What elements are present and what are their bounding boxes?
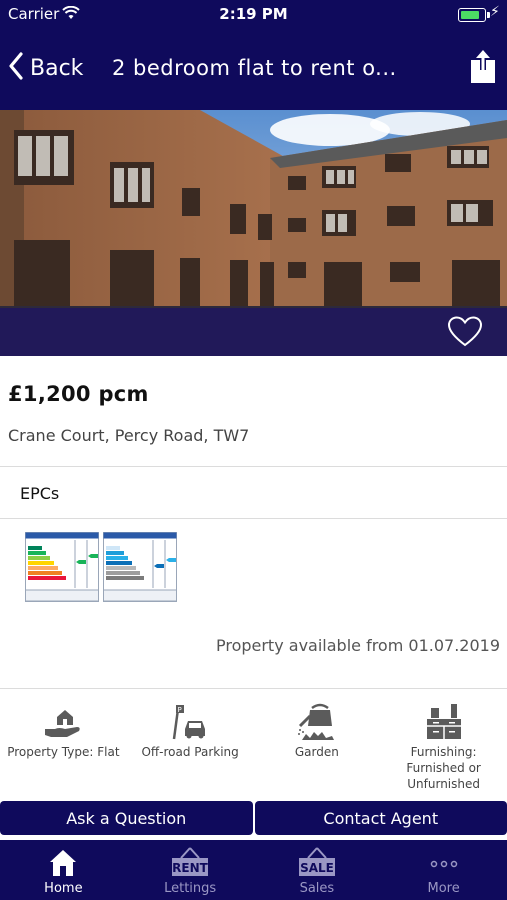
share-button[interactable] bbox=[470, 50, 496, 88]
contact-agent-button[interactable]: Contact Agent bbox=[254, 801, 507, 835]
tab-sales[interactable]: SALE Sales bbox=[254, 840, 381, 900]
feature-label: Garden bbox=[294, 745, 339, 759]
feature-parking: P Off-road Parking bbox=[127, 700, 254, 798]
price: £1,200 pcm bbox=[8, 382, 149, 406]
sale-sign-icon: SALE bbox=[254, 840, 381, 878]
navigation-bar: Back 2 bedroom flat to rent o... bbox=[0, 40, 507, 100]
feature-label: Off-road Parking bbox=[141, 745, 239, 759]
page-title: 2 bedroom flat to rent o... bbox=[112, 56, 397, 80]
back-button[interactable]: Back bbox=[8, 52, 83, 84]
epc-heading: EPCs bbox=[20, 484, 60, 503]
favourite-button[interactable] bbox=[447, 316, 483, 348]
feature-property-type: Property Type: Flat bbox=[0, 700, 127, 798]
parking-icon: P bbox=[127, 700, 254, 744]
tab-lettings[interactable]: RENT Lettings bbox=[127, 840, 254, 900]
charging-icon: ⚡ bbox=[490, 4, 500, 20]
sale-badge-text: SALE bbox=[300, 861, 334, 875]
ask-question-button[interactable]: Ask a Question bbox=[0, 801, 253, 835]
address: Crane Court, Percy Road, TW7 bbox=[8, 426, 250, 445]
tab-label: Sales bbox=[299, 881, 335, 896]
rent-badge-text: RENT bbox=[172, 861, 208, 875]
chevron-left-icon bbox=[8, 52, 24, 84]
tab-label: Home bbox=[44, 881, 83, 896]
battery-fill bbox=[461, 11, 479, 19]
tab-bar: Home RENT Lettings SALE Sales More bbox=[0, 840, 507, 900]
rent-sign-icon: RENT bbox=[127, 840, 254, 878]
tab-label: Lettings bbox=[164, 881, 217, 896]
header-bar: Carrier 2:19 PM ⚡ Back 2 bedroom flat to… bbox=[0, 0, 507, 110]
status-time: 2:19 PM bbox=[219, 5, 288, 23]
house-hand-icon bbox=[0, 700, 127, 744]
watering-can-icon bbox=[254, 700, 381, 744]
availability-date: Property available from 01.07.2019 bbox=[215, 636, 500, 655]
status-bar: Carrier 2:19 PM ⚡ bbox=[0, 0, 507, 28]
feature-furnishing: Furnishing: Furnished or Unfurnished bbox=[380, 700, 507, 798]
heart-icon bbox=[447, 316, 483, 348]
feature-label: Property Type: Flat bbox=[7, 745, 120, 759]
action-buttons: Ask a Question Contact Agent bbox=[0, 801, 507, 835]
more-dots-icon bbox=[380, 840, 507, 878]
svg-text:P: P bbox=[178, 706, 182, 714]
feature-label: Furnishing: Furnished or Unfurnished bbox=[406, 745, 481, 791]
epc-environmental-impact-chart[interactable] bbox=[103, 532, 177, 606]
property-photo[interactable] bbox=[0, 110, 507, 356]
tab-home[interactable]: Home bbox=[0, 840, 127, 900]
feature-garden: Garden bbox=[254, 700, 381, 798]
divider bbox=[0, 466, 507, 467]
features-row: Property Type: Flat P Off-road Parking G… bbox=[0, 700, 507, 798]
battery-icon bbox=[458, 8, 490, 22]
home-icon bbox=[0, 840, 127, 878]
share-icon bbox=[470, 50, 496, 88]
epc-energy-efficiency-chart[interactable] bbox=[25, 532, 99, 606]
tab-label: More bbox=[427, 881, 460, 896]
back-label: Back bbox=[30, 55, 84, 81]
divider bbox=[0, 518, 507, 519]
furniture-icon bbox=[380, 700, 507, 744]
divider bbox=[0, 688, 507, 689]
tab-more[interactable]: More bbox=[380, 840, 507, 900]
photo-overlay bbox=[0, 308, 507, 356]
